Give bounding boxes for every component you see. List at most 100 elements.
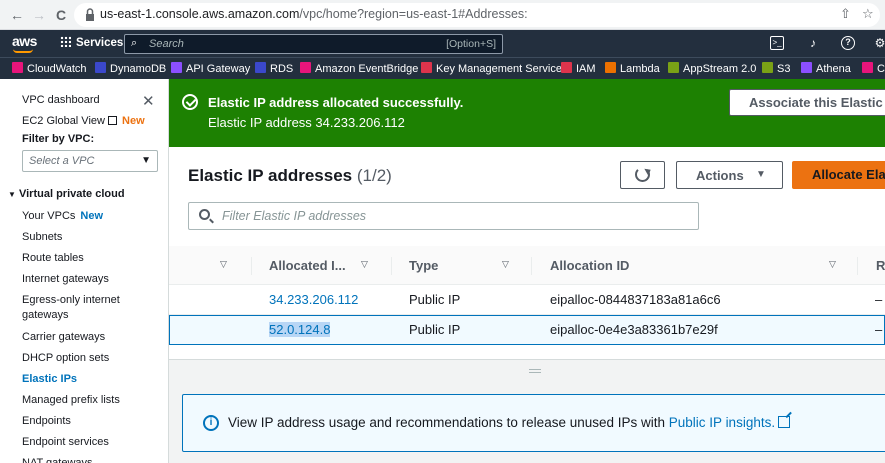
refresh-icon bbox=[635, 167, 650, 182]
favorite-iam[interactable]: IAM bbox=[561, 62, 596, 75]
favorite-lambda[interactable]: Lambda bbox=[605, 62, 660, 75]
sidebar-item-endpoints[interactable]: Endpoints bbox=[22, 414, 71, 429]
actions-button[interactable]: Actions ▼ bbox=[676, 161, 783, 189]
sidebar-item-label: DHCP option sets bbox=[22, 352, 110, 364]
sort-icon[interactable]: ▽ bbox=[361, 259, 368, 270]
info-text: View IP address usage and recommendation… bbox=[228, 415, 666, 430]
type-cell: Public IP bbox=[409, 292, 461, 307]
split-panel-divider[interactable] bbox=[169, 359, 885, 381]
search-input[interactable]: ⌕ Search [Option+S] bbox=[124, 34, 503, 54]
favorite-label: Amazon EventBridge bbox=[315, 63, 419, 75]
aws-logo-smile bbox=[13, 49, 33, 53]
sidebar-item-managed-prefix-lists[interactable]: Managed prefix lists bbox=[22, 393, 120, 408]
sidebar-item-internet-gateways[interactable]: Internet gateways bbox=[22, 272, 109, 287]
aws-logo[interactable]: aws bbox=[12, 33, 37, 49]
share-icon[interactable]: ⇧ bbox=[840, 6, 851, 22]
elastic-ip-table-panel: Elastic IP addresses (1/2) Actions ▼ Allo… bbox=[169, 147, 885, 359]
caret-down-icon: ▼ bbox=[8, 190, 16, 199]
sidebar-item-your-vpcs[interactable]: Your VPCs New bbox=[22, 209, 103, 224]
table-row-selected[interactable]: 52.0.124.8 Public IP eipalloc-0e4e3a8336… bbox=[169, 315, 885, 345]
favorite-appstream-2-0[interactable]: AppStream 2.0 bbox=[668, 62, 756, 75]
column-divider bbox=[857, 257, 858, 275]
filter-input[interactable]: Filter Elastic IP addresses bbox=[188, 202, 699, 230]
title-text: Elastic IP addresses bbox=[188, 166, 353, 185]
info-icon: i bbox=[203, 415, 219, 431]
filter-column-icon[interactable]: ▽ bbox=[220, 259, 227, 270]
service-icon bbox=[668, 62, 679, 73]
sidebar-item-egress-only-internet[interactable]: Egress-only internet gateways bbox=[22, 293, 120, 323]
favorite-label: CloudWatch bbox=[27, 63, 87, 75]
service-icon bbox=[605, 62, 616, 73]
search-shortcut: [Option+S] bbox=[446, 38, 496, 50]
aws-top-nav: aws Services ⌕ Search [Option+S] >_ ♪ ? … bbox=[0, 30, 885, 57]
star-icon[interactable]: ☆ bbox=[862, 6, 874, 22]
refresh-button[interactable] bbox=[620, 161, 665, 189]
favorite-dynamodb[interactable]: DynamoDB bbox=[95, 62, 166, 75]
sidebar-item-carrier-gateways[interactable]: Carrier gateways bbox=[22, 330, 105, 345]
favorite-label: Lambda bbox=[620, 63, 660, 75]
address-bar[interactable]: us-east-1.console.aws.amazon.com/vpc/hom… bbox=[74, 3, 880, 27]
selection-count: (1/2) bbox=[356, 166, 392, 185]
ip-link[interactable]: 52.0.124.8 bbox=[269, 322, 331, 337]
service-icon bbox=[421, 62, 432, 73]
back-arrow-icon[interactable]: ← bbox=[8, 6, 26, 24]
drag-handle-icon[interactable] bbox=[529, 369, 541, 373]
service-icon bbox=[801, 62, 812, 73]
actions-label: Actions bbox=[696, 168, 744, 183]
forward-arrow-icon[interactable]: → bbox=[30, 6, 48, 24]
favorite-cl[interactable]: Cl bbox=[862, 62, 885, 75]
column-header-r[interactable]: R bbox=[876, 258, 885, 273]
service-icon bbox=[862, 62, 873, 73]
browser-toolbar: ← → C us-east-1.console.aws.amazon.com/v… bbox=[0, 0, 885, 30]
ip-link[interactable]: 34.233.206.112 bbox=[269, 292, 358, 307]
services-menu[interactable]: Services bbox=[60, 36, 123, 49]
sidebar-item-dhcp-option-sets[interactable]: DHCP option sets bbox=[22, 351, 109, 366]
associate-button[interactable]: Associate this Elastic IP address bbox=[729, 89, 885, 116]
table-row[interactable]: 34.233.206.112 Public IP eipalloc-084483… bbox=[169, 285, 885, 315]
service-icon bbox=[255, 62, 266, 73]
column-header-type[interactable]: Type bbox=[409, 258, 438, 273]
external-link-icon bbox=[778, 416, 791, 428]
public-ip-insights-link[interactable]: Public IP insights. bbox=[669, 415, 791, 430]
bell-icon[interactable]: ♪ bbox=[806, 36, 820, 50]
favorite-rds[interactable]: RDS bbox=[255, 62, 293, 75]
favorite-amazon-eventbridge[interactable]: Amazon EventBridge bbox=[300, 62, 418, 75]
allocate-button[interactable]: Allocate Elastic IP address bbox=[792, 161, 885, 189]
caret-down-icon: ▼ bbox=[141, 155, 151, 166]
sort-icon[interactable]: ▽ bbox=[829, 259, 836, 270]
sidebar-item-label: NAT gateways bbox=[22, 457, 93, 463]
vpc-select[interactable]: Select a VPC ▼ bbox=[22, 150, 158, 172]
cloudshell-icon[interactable]: >_ bbox=[770, 36, 784, 50]
favorite-api-gateway[interactable]: API Gateway bbox=[171, 62, 250, 75]
search-icon: ⌕ bbox=[131, 37, 138, 49]
favorite-key-management-service[interactable]: Key Management Service bbox=[421, 62, 562, 75]
favorite-s3[interactable]: S3 bbox=[762, 62, 790, 75]
favorite-label: API Gateway bbox=[186, 63, 251, 75]
column-header-allocated-ip[interactable]: Allocated I... bbox=[269, 258, 346, 273]
sidebar: VPC dashboard ✕ EC2 Global View New Filt… bbox=[0, 79, 169, 463]
close-icon[interactable]: ✕ bbox=[142, 92, 155, 110]
sidebar-item-label: EC2 Global View bbox=[22, 115, 105, 127]
sidebar-item-vpc-dashboard[interactable]: VPC dashboard bbox=[22, 93, 100, 108]
favorite-cloudwatch[interactable]: CloudWatch bbox=[12, 62, 87, 75]
sidebar-item-nat-gateways[interactable]: NAT gateways bbox=[22, 456, 93, 463]
filter-placeholder: Filter Elastic IP addresses bbox=[222, 209, 367, 223]
flash-message: Elastic IP address 34.233.206.112 bbox=[208, 115, 405, 130]
sort-icon[interactable]: ▽ bbox=[502, 259, 509, 270]
section-virtual-private-cloud[interactable]: ▼ Virtual private cloud bbox=[8, 188, 125, 200]
sidebar-item-subnets[interactable]: Subnets bbox=[22, 230, 62, 245]
reload-icon[interactable]: C bbox=[52, 6, 70, 24]
sidebar-item-ec2-global-view[interactable]: EC2 Global View New bbox=[22, 114, 145, 129]
sidebar-item-endpoint-services[interactable]: Endpoint services bbox=[22, 435, 109, 450]
external-link-icon bbox=[108, 116, 118, 125]
url-text: us-east-1.console.aws.amazon.com/vpc/hom… bbox=[100, 7, 528, 21]
sidebar-item-elastic-ips[interactable]: Elastic IPs bbox=[22, 372, 77, 387]
help-icon[interactable]: ? bbox=[841, 36, 855, 50]
column-header-allocation-id[interactable]: Allocation ID bbox=[550, 258, 629, 273]
lock-icon bbox=[86, 8, 94, 21]
sidebar-item-route-tables[interactable]: Route tables bbox=[22, 251, 84, 266]
gear-icon[interactable]: ⚙ bbox=[873, 36, 885, 50]
favorite-athena[interactable]: Athena bbox=[801, 62, 851, 75]
vpc-select-placeholder: Select a VPC bbox=[29, 155, 95, 167]
sidebar-item-label: Endpoints bbox=[22, 415, 71, 427]
